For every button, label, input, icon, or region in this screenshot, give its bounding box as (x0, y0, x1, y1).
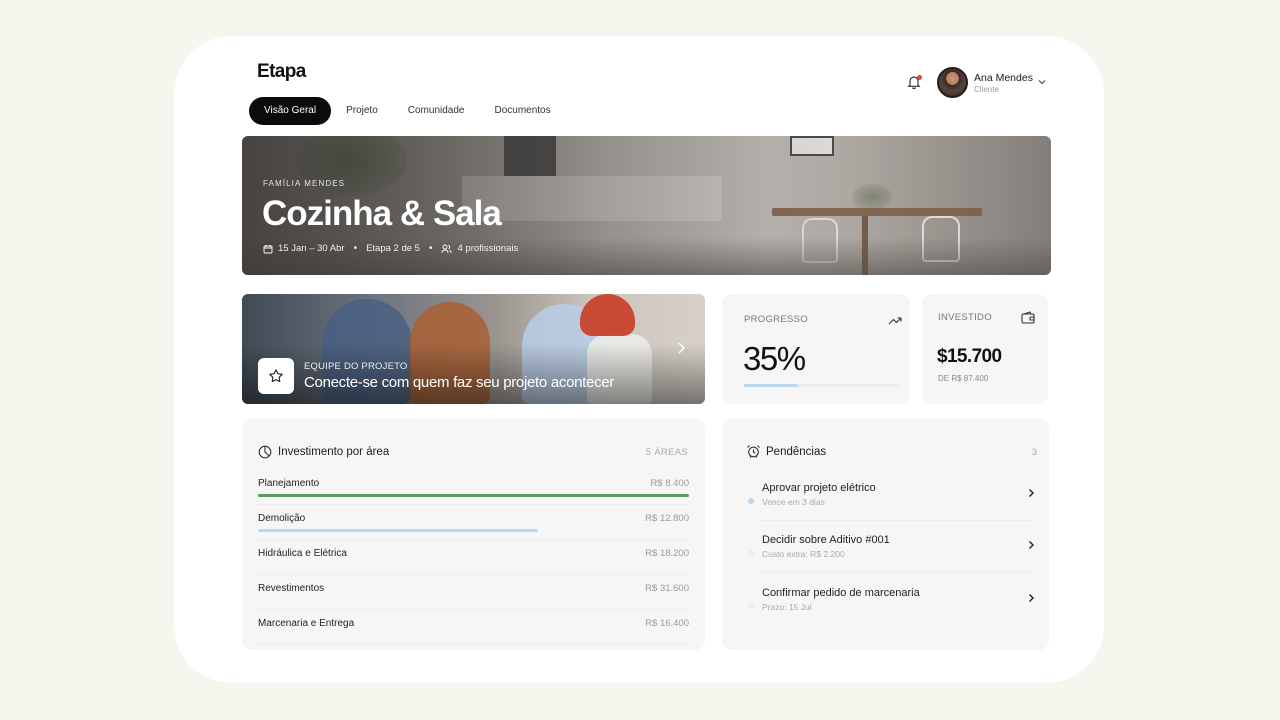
users-icon (442, 244, 453, 253)
progress-bar (744, 384, 899, 387)
progress-label: PROGRESSO (744, 314, 808, 325)
project-dates: 15 Jan – 30 Abr (263, 243, 345, 254)
area-name: Marcenaria e Entrega (258, 618, 355, 629)
tab-comunidade[interactable]: Comunidade (393, 97, 480, 125)
tab-visao-geral[interactable]: Visão Geral (249, 97, 332, 125)
pending-item-title: Decidir sobre Aditivo #001 (762, 534, 890, 546)
area-value: R$ 31.600 (645, 583, 689, 594)
chevron-down-icon[interactable] (1037, 77, 1047, 87)
investment-label: INVESTIDO (938, 312, 992, 323)
avatar[interactable] (937, 67, 968, 98)
notification-dot (917, 75, 922, 80)
area-value: R$ 18.200 (645, 548, 689, 559)
team-text: 4 profissionais (457, 243, 519, 254)
trend-up-icon (888, 317, 902, 325)
area-name: Revestimentos (258, 583, 325, 594)
area-row[interactable]: Demolição R$ 12.800 (258, 513, 689, 548)
area-bar (258, 529, 539, 532)
area-value: R$ 8.400 (650, 478, 689, 489)
chevron-right-icon[interactable] (674, 341, 688, 355)
dates-text: 15 Jan – 30 Abr (278, 243, 345, 254)
pending-item-sub: Vence em 3 dias (762, 497, 825, 507)
project-meta: 15 Jan – 30 Abr • Etapa 2 de 5 • 4 profi… (263, 243, 518, 254)
tab-documentos[interactable]: Documentos (479, 97, 565, 125)
chevron-right-icon[interactable] (1026, 593, 1036, 603)
alarm-icon (747, 445, 760, 458)
tab-projeto[interactable]: Projeto (331, 97, 393, 125)
project-team: 4 profissionais (441, 243, 518, 254)
hero-eyebrow: FAMÍLIA MENDES (263, 179, 346, 188)
meta-separator: • (353, 243, 358, 254)
pending-item[interactable]: Aprovar projeto elétrico Vence em 3 dias (746, 482, 1036, 534)
divider (258, 644, 689, 645)
pending-card: Pendências 3 Aprovar projeto elétrico Ve… (722, 418, 1049, 650)
area-name: Planejamento (258, 478, 320, 489)
divider (762, 520, 1036, 521)
chevron-right-icon[interactable] (1026, 540, 1036, 550)
wallet-icon (1021, 311, 1035, 324)
investment-value: $15.700 (937, 346, 1002, 367)
pending-item[interactable]: Decidir sobre Aditivo #001 Custo extra: … (746, 534, 1036, 586)
area-value: R$ 12.800 (645, 513, 689, 524)
pending-item-title: Aprovar projeto elétrico (762, 482, 876, 494)
area-name: Demolição (258, 513, 306, 524)
pending-item-title: Confirmar pedido de marcenaria (762, 587, 920, 599)
areas-card: Investimento por área 5 ÁREAS Planejamen… (242, 418, 705, 650)
pending-item-sub: Prazo: 15 Jul (762, 602, 812, 612)
project-title: Cozinha & Sala (262, 194, 502, 233)
tab-bar: Visão Geral Projeto Comunidade Documento… (249, 97, 566, 125)
progress-card: PROGRESSO 35% (722, 294, 910, 404)
investment-total: DE R$ 87.400 (938, 374, 989, 383)
project-hero-banner: FAMÍLIA MENDES Cozinha & Sala 15 Jan – 3… (242, 136, 1051, 275)
team-badge (258, 358, 294, 394)
calendar-icon (263, 244, 273, 253)
divider (762, 572, 1036, 573)
area-row[interactable]: Revestimentos R$ 31.600 (258, 583, 689, 618)
star-icon (269, 369, 283, 383)
area-name: Hidráulica e Elétrica (258, 548, 347, 559)
area-row[interactable]: Hidráulica e Elétrica R$ 18.200 (258, 548, 689, 583)
team-title: Conecte-se com quem faz seu projeto acon… (304, 374, 615, 391)
area-row[interactable]: Planejamento R$ 8.400 (258, 478, 689, 513)
team-eyebrow: EQUIPE DO PROJETO (304, 361, 408, 372)
app-logo[interactable]: Etapa (257, 61, 306, 83)
pending-count: 3 (1031, 447, 1037, 458)
status-dot (748, 498, 754, 504)
areas-count: 5 ÁREAS (645, 447, 688, 458)
investment-card: INVESTIDO $15.700 DE R$ 87.400 (922, 294, 1048, 404)
pending-title: Pendências (766, 446, 827, 458)
pending-item[interactable]: Confirmar pedido de marcenaria Prazo: 15… (746, 587, 1036, 639)
pie-chart-icon (258, 445, 272, 459)
divider (258, 574, 689, 575)
progress-value: 35% (743, 340, 806, 377)
area-bar (258, 494, 689, 497)
divider (258, 539, 689, 540)
pending-item-sub: Custo extra: R$ 2.200 (762, 549, 845, 559)
divider (258, 504, 689, 505)
chevron-right-icon[interactable] (1026, 488, 1036, 498)
meta-separator: • (428, 243, 433, 254)
area-value: R$ 16.400 (645, 618, 689, 629)
team-card[interactable]: EQUIPE DO PROJETO Conecte-se com quem fa… (242, 294, 705, 404)
divider (258, 609, 689, 610)
user-role: Cliente (974, 85, 999, 94)
progress-fill (744, 384, 799, 387)
project-stage: Etapa 2 de 5 (366, 243, 420, 254)
areas-title: Investimento por área (278, 446, 390, 458)
status-dot (748, 603, 754, 609)
user-name[interactable]: Ana Mendes (974, 72, 1033, 84)
area-row[interactable]: Marcenaria e Entrega R$ 16.400 (258, 618, 689, 653)
status-dot (748, 550, 754, 556)
